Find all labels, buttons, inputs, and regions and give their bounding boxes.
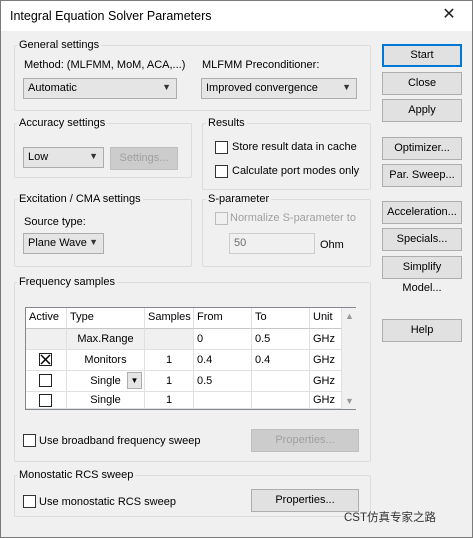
results-group: [202, 123, 371, 190]
table-row-to-cell[interactable]: [252, 371, 310, 392]
close-icon[interactable]: ✕: [441, 7, 457, 23]
source-type-label: Source type:: [24, 216, 86, 228]
excitation-label: Excitation / CMA settings: [17, 193, 143, 205]
method-select[interactable]: Automatic ▼: [23, 78, 177, 99]
accuracy-settings-label: Accuracy settings: [17, 117, 108, 129]
store-cache-checkbox[interactable]: [215, 141, 228, 154]
table-row-from-cell[interactable]: [194, 392, 252, 409]
table-row-unit-cell: GHz: [310, 350, 342, 371]
general-settings-label: General settings: [17, 39, 102, 51]
preconditioner-label: MLFMM Preconditioner:: [202, 59, 320, 71]
active-checkbox[interactable]: [39, 394, 52, 407]
optimizer-button[interactable]: Optimizer...: [382, 137, 462, 160]
close-button[interactable]: Close: [382, 72, 462, 95]
ohm-unit-label: Ohm: [320, 239, 344, 251]
table-row-unit-cell: GHz: [310, 329, 342, 350]
title-bar: Integral Equation Solver Parameters ✕: [1, 1, 472, 31]
dialog-window: Integral Equation Solver Parameters ✕ Ge…: [0, 0, 473, 538]
column-header-active[interactable]: Active: [26, 308, 67, 329]
accuracy-select-value: Low: [28, 151, 49, 163]
column-header-from[interactable]: From: [194, 308, 252, 329]
normalize-value-input[interactable]: 50: [229, 233, 315, 254]
specials-button[interactable]: Specials...: [382, 228, 462, 251]
column-header-to[interactable]: To: [252, 308, 310, 329]
source-type-select[interactable]: Plane Wave ▼: [23, 233, 104, 254]
rcs-sweep-checkbox[interactable]: [23, 495, 36, 508]
table-row-type-cell: Max.Range: [67, 329, 145, 350]
chevron-down-icon: ▼: [162, 82, 171, 92]
column-header-unit[interactable]: Unit: [310, 308, 342, 329]
table-row-from-cell[interactable]: 0.5: [194, 371, 252, 392]
table-row-to-cell[interactable]: 0.4: [252, 350, 310, 371]
frequency-samples-label: Frequency samples: [17, 276, 117, 288]
accuracy-select[interactable]: Low ▼: [23, 147, 104, 168]
rcs-properties-button[interactable]: Properties...: [251, 489, 359, 512]
port-modes-checkbox[interactable]: [215, 165, 228, 178]
x-mark-icon: [40, 354, 51, 365]
type-dropdown-button[interactable]: ▼: [127, 372, 142, 389]
port-modes-label: Calculate port modes only: [232, 165, 360, 177]
store-cache-label: Store result data in cache: [232, 141, 357, 153]
chevron-down-icon: ▼: [89, 237, 98, 247]
normalize-label: Normalize S-parameter to: [230, 212, 356, 224]
accuracy-settings-button[interactable]: Settings...: [110, 147, 178, 170]
table-scrollbar[interactable]: ▲ ▼: [342, 308, 356, 409]
start-button[interactable]: Start: [382, 44, 462, 67]
table-row-from-cell[interactable]: 0.4: [194, 350, 252, 371]
par-sweep-button[interactable]: Par. Sweep...: [382, 164, 462, 187]
frequency-properties-button[interactable]: Properties...: [251, 429, 359, 452]
rcs-label: Monostatic RCS sweep: [17, 469, 136, 481]
method-label: Method: (MLFMM, MoM, ACA,...): [24, 59, 186, 71]
type-select-value: Single: [90, 375, 121, 387]
simplify-model-button[interactable]: Simplify Model...: [382, 256, 462, 294]
acceleration-button[interactable]: Acceleration...: [382, 201, 462, 224]
sparameter-label: S-parameter: [206, 193, 272, 205]
table-row-unit-cell: GHz: [310, 392, 342, 409]
table-row-from-cell[interactable]: 0: [194, 329, 252, 350]
source-type-select-value: Plane Wave: [28, 237, 87, 249]
table-row-active-cell: [26, 350, 67, 371]
broadband-sweep-label: Use broadband frequency sweep: [39, 435, 201, 447]
active-checkbox[interactable]: [39, 353, 52, 366]
apply-button[interactable]: Apply: [382, 99, 462, 122]
chevron-down-icon: ▼: [342, 82, 351, 92]
table-row-samples-cell: [145, 329, 194, 350]
results-label: Results: [206, 117, 247, 129]
preconditioner-select-value: Improved convergence: [206, 82, 318, 94]
table-row-to-cell[interactable]: 0.5: [252, 329, 310, 350]
table-row-type-cell[interactable]: Monitors: [67, 350, 145, 371]
table-row-samples-cell[interactable]: 1: [145, 371, 194, 392]
table-row-active-cell: [26, 371, 67, 392]
table-row-active-cell: [26, 392, 67, 409]
column-header-type[interactable]: Type: [67, 308, 145, 329]
table-row-samples-cell[interactable]: 1: [145, 392, 194, 409]
watermark-text: CST仿真专家之路: [344, 512, 436, 524]
table-row-type-cell[interactable]: Single: [67, 392, 145, 409]
frequency-table: Active Type Samples From To Unit Max.Ran…: [25, 307, 356, 410]
preconditioner-select[interactable]: Improved convergence ▼: [201, 78, 357, 99]
chevron-down-icon: ▼: [89, 151, 98, 161]
table-row-samples-cell[interactable]: 1: [145, 350, 194, 371]
table-row-to-cell[interactable]: [252, 392, 310, 409]
active-checkbox[interactable]: [39, 374, 52, 387]
scroll-up-icon[interactable]: ▲: [345, 311, 354, 321]
table-row-unit-cell: GHz: [310, 371, 342, 392]
scroll-down-icon[interactable]: ▼: [345, 396, 354, 406]
broadband-sweep-checkbox[interactable]: [23, 434, 36, 447]
window-title: Integral Equation Solver Parameters: [10, 9, 212, 23]
rcs-sweep-label: Use monostatic RCS sweep: [39, 496, 176, 508]
column-header-samples[interactable]: Samples: [145, 308, 194, 329]
normalize-checkbox[interactable]: [215, 212, 228, 225]
help-button[interactable]: Help: [382, 319, 462, 342]
table-row-type-cell[interactable]: Single ▼: [67, 371, 145, 392]
method-select-value: Automatic: [28, 82, 77, 94]
chevron-down-icon: ▼: [130, 376, 139, 385]
table-row-active-cell: [26, 329, 67, 350]
